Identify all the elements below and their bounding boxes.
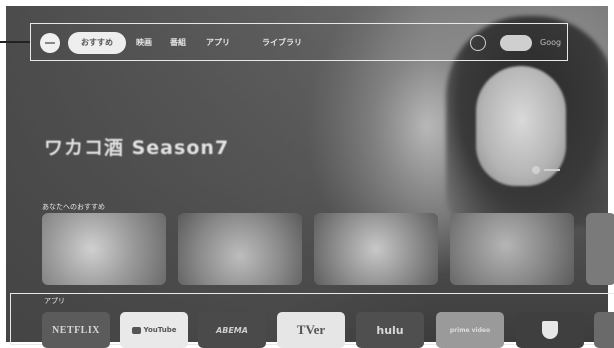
account-label: Goog [540,38,562,47]
app-name: TVer [296,322,326,337]
youtube-play-icon [131,326,141,334]
hero-subtitle [44,166,424,174]
tab-recommended[interactable]: おすすめ [68,32,126,54]
hero-title[interactable]: ワカコ酒 Season7 [44,133,229,160]
recommendation-card[interactable] [42,213,166,285]
recommendations-label: あなたへのおすすめ [42,203,105,211]
tab-movies[interactable]: 映画 [136,32,152,54]
recommendation-card[interactable] [178,213,302,285]
recommendation-card[interactable] [450,213,574,285]
recommendation-card[interactable] [586,213,614,285]
app-tile-hulu[interactable]: hulu [356,312,424,348]
app-name: ABEMA [216,325,248,335]
carousel-dot-active [532,166,540,174]
app-tile-prime-video[interactable]: prime video [436,312,504,348]
app-name: YouTube [143,326,177,334]
callout-line [0,41,30,43]
app-tile-netflix[interactable]: NETFLIX [42,312,110,348]
apps-label: アプリ [44,297,65,305]
recommendation-card[interactable] [314,213,438,285]
app-tile-partial[interactable] [594,312,614,348]
app-tile-tver[interactable]: TVer [277,312,345,348]
shield-icon [542,321,558,339]
tab-library[interactable]: ライブラリ [262,32,302,54]
app-tile-shield[interactable] [516,312,584,348]
app-name: NETFLIX [52,324,100,336]
app-tile-youtube[interactable]: YouTube [120,312,188,348]
app-tile-abema[interactable]: ABEMA [198,312,266,348]
tab-apps[interactable]: アプリ [206,32,230,54]
search-icon[interactable] [470,35,486,51]
app-name: hulu [376,323,404,337]
carousel-dot [544,169,560,171]
profile-avatar-icon[interactable] [40,33,60,53]
input-source-pill[interactable] [500,35,532,51]
tab-shows[interactable]: 番組 [170,32,186,54]
app-name: prime video [449,326,491,334]
